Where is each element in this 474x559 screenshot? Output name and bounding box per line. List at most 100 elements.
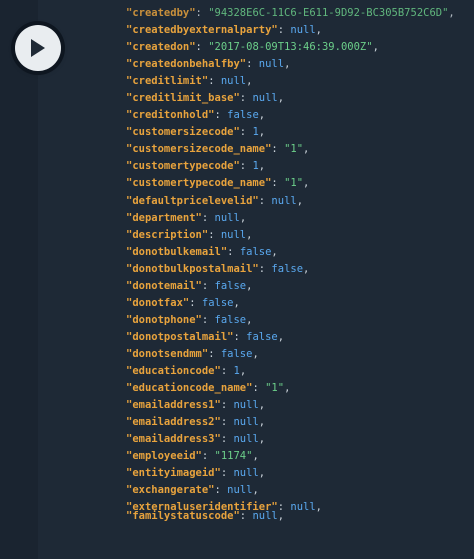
json-value: "94328E6C-11C6-E611-9D92-BC305B752C6D" [208,7,449,19]
json-comma: , [303,262,310,275]
code-line: "description": null, [126,227,474,244]
json-separator: : [277,24,291,37]
video-frame: "createdby": "94328E6C-11C6-E611-9D92-BC… [0,0,474,559]
json-value: null [271,194,297,207]
json-comma: , [258,160,266,173]
json-key: "creditlimit_base" [126,92,240,105]
json-comma: , [252,347,259,360]
play-button[interactable] [15,25,61,71]
json-value: null [233,399,259,412]
json-separator: : [239,92,253,105]
code-line: "customertypecode_name": "1", [126,175,474,192]
json-key: "createdon" [126,41,196,54]
json-separator: : [201,211,215,224]
json-key: "createdby" [126,7,196,19]
json-separator: : [208,228,221,241]
json-value: false [214,313,247,326]
json-value: "1174" [214,450,253,463]
code-line: "donotphone": false, [126,312,474,329]
json-separator: : [208,75,221,88]
json-separator: : [227,245,240,258]
json-comma: , [277,330,285,343]
json-comma: , [252,450,259,463]
code-line: "creditonhold": false, [126,107,474,124]
json-key: "donotemail" [126,279,202,292]
json-key: "educationcode" [126,364,221,377]
json-value: "1" [284,177,304,190]
json-comma: , [372,41,379,54]
code-line: "donotbulkpostalmail": false, [126,261,474,278]
json-comma: , [239,211,247,224]
code-line: "creditlimit": null, [126,73,474,90]
json-key: "customertypecode" [126,160,240,173]
json-separator: : [214,484,228,497]
json-separator: : [258,262,272,275]
json-key: "familystatuscode" [126,510,240,523]
json-separator: : [271,143,285,156]
json-key: "emailaddress2" [126,416,221,429]
json-key: "customersizecode" [126,126,240,139]
code-line: "emailaddress1": null, [126,397,474,414]
json-separator: : [214,109,228,122]
code-line: "donotsendmm": false, [126,346,474,363]
json-separator: : [201,279,215,292]
json-code-block: "createdby": "94328E6C-11C6-E611-9D92-BC… [126,5,474,525]
json-comma: , [258,467,266,480]
json-key: "customersizecode_name" [126,143,272,156]
json-separator: : [208,347,221,360]
json-value: "1" [284,143,304,156]
json-key: "entityimageid" [126,467,221,480]
code-line: "donotfax": false, [126,295,474,312]
json-comma: , [448,7,455,19]
json-value: false [227,109,259,122]
json-key: "donotbulkemail" [126,245,228,258]
json-key: "emailaddress3" [126,433,221,446]
json-comma: , [271,245,278,258]
json-comma: , [277,92,285,105]
json-value: false [239,245,272,258]
json-separator: : [239,160,253,173]
json-separator: : [258,194,272,207]
json-separator: : [189,296,202,309]
json-comma: , [277,510,285,523]
json-separator: : [239,126,253,139]
code-line: "donotpostalmail": false, [126,329,474,346]
code-line: "entityimageid": null, [126,465,474,482]
json-value: null [290,501,316,514]
json-key: "emailaddress1" [126,399,221,412]
json-separator: : [220,364,234,377]
json-separator: : [239,510,253,523]
json-comma: , [246,313,253,326]
json-value: null [252,510,278,523]
json-key: "donotpostalmail" [126,330,234,343]
json-key: "donotphone" [126,313,202,326]
json-key: "donotbulkpostalmail" [126,262,259,275]
json-separator: : [220,399,234,412]
json-value: null [252,92,278,105]
play-icon [31,39,45,57]
json-comma: , [246,75,253,88]
json-separator: : [195,7,209,19]
json-value: null [233,467,259,480]
code-line: "createdonbehalfby": null, [126,56,474,73]
json-value: "2017-08-09T13:46:39.000Z" [208,41,373,54]
code-line: "emailaddress3": null, [126,431,474,448]
json-comma: , [233,296,240,309]
code-line: "employeeid": "1174", [126,448,474,465]
code-line: "educationcode": 1, [126,363,474,380]
json-comma: , [258,416,266,429]
json-comma: , [258,399,266,412]
json-value: null [214,211,240,224]
json-value: null [233,416,259,429]
json-separator: : [252,382,266,395]
json-comma: , [315,501,322,514]
code-line: "educationcode_name": "1", [126,380,474,397]
code-line: "createdon": "2017-08-09T13:46:39.000Z", [126,39,474,56]
json-comma: , [315,24,322,37]
json-separator: : [201,313,215,326]
json-separator: : [220,467,234,480]
json-separator: : [246,58,259,71]
json-value: null [290,24,316,37]
json-key: "description" [126,228,209,241]
code-line: "customertypecode": 1, [126,158,474,175]
